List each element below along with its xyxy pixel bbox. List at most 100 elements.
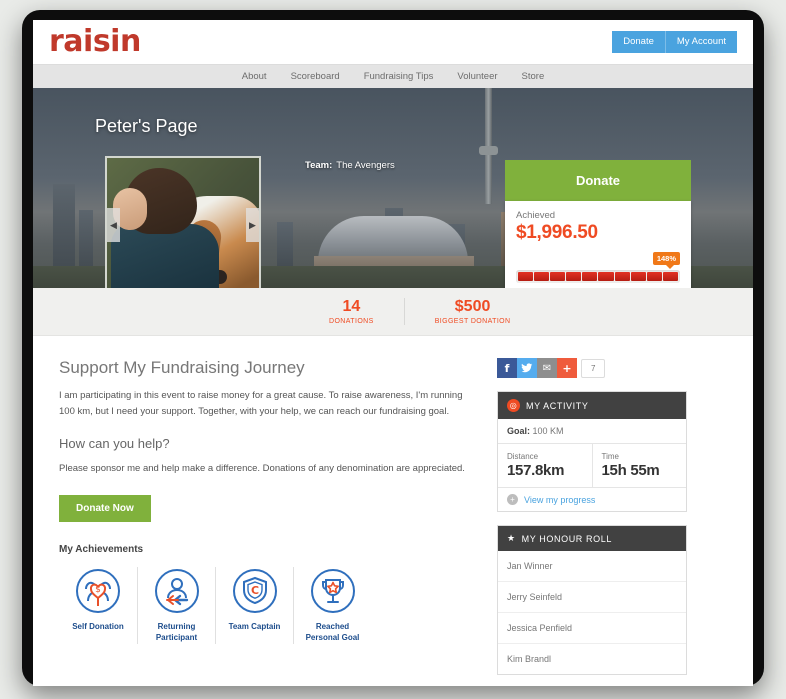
stat-label: BIGGEST DONATION: [434, 317, 511, 325]
progress-segment: [614, 272, 630, 281]
metric-label: Distance: [507, 452, 539, 461]
cn-tower-pod-graphic: [479, 146, 498, 155]
main-navigation: About Scoreboard Fundraising Tips Volunt…: [33, 64, 753, 88]
activity-metrics: Distance 157.8km Time 15h 55m: [498, 444, 686, 488]
view-my-progress-link[interactable]: + View my progress: [498, 488, 686, 511]
share-count: 7: [581, 358, 606, 378]
achievement-label: Self Donation: [72, 622, 124, 632]
browser-viewport: raisin Donate My Account About Scoreboar…: [33, 20, 753, 686]
list-item: Jessica Penfield: [498, 613, 686, 644]
achievement-label: Reached Personal Goal: [305, 622, 360, 642]
achievement-returning-participant[interactable]: Returning Participant: [137, 567, 215, 644]
carousel-prev-button[interactable]: ◀: [107, 208, 120, 242]
stat-donations: 14 DONATIONS: [299, 298, 404, 325]
progress-segment: [582, 272, 598, 281]
progress-segment: [566, 272, 582, 281]
progress-segment: [646, 272, 662, 281]
nav-item-scoreboard[interactable]: Scoreboard: [291, 71, 340, 82]
honour-roll-header: ★ MY HONOUR ROLL: [498, 526, 686, 551]
main-subheading: How can you help?: [59, 436, 170, 452]
activity-goal-label: Goal:: [507, 426, 531, 436]
trophy-star-icon: [310, 569, 355, 614]
nav-item-fundraising-tips[interactable]: Fundraising Tips: [364, 71, 434, 82]
donate-now-button[interactable]: Donate Now: [59, 495, 151, 523]
page-title: Peter's Page: [95, 116, 198, 136]
honour-roll-title: MY HONOUR ROLL: [521, 533, 612, 544]
donation-panel: Donate Achieved $1,996.50 148%: [505, 160, 691, 288]
header-buttons: Donate My Account: [612, 30, 737, 54]
progress-segment: [550, 272, 566, 281]
email-share-button[interactable]: ✉: [537, 358, 557, 378]
sidebar-column: f ✉ + 7 ◎ MY ACTIVITY Goal: 100 KM Dista…: [497, 358, 687, 686]
header-donate-button[interactable]: Donate: [612, 30, 665, 54]
honour-roll-card: ★ MY HONOUR ROLL Jan Winner Jerry Seinfe…: [497, 525, 687, 675]
stats-strip: 14 DONATIONS $500 BIGGEST DONATION: [33, 288, 753, 336]
device-frame: raisin Donate My Account About Scoreboar…: [22, 10, 764, 686]
twitter-bird-icon: [521, 363, 533, 373]
my-activity-title: MY ACTIVITY: [526, 400, 589, 411]
chevron-right-icon: ▶: [249, 219, 256, 230]
progress-segment: [662, 272, 678, 281]
main-column: Support My Fundraising Journey I am part…: [59, 358, 479, 686]
envelope-icon: ✉: [542, 362, 552, 374]
nav-item-store[interactable]: Store: [522, 71, 545, 82]
plus-icon: +: [507, 494, 518, 505]
site-header: raisin Donate My Account: [33, 20, 753, 64]
page-body: Support My Fundraising Journey I am part…: [33, 336, 753, 686]
photo-carousel[interactable]: ◀ ▶: [105, 156, 261, 288]
donation-progress-card: Achieved $1,996.50 148%: [505, 201, 691, 288]
achievements-row: $ Self Donation Returning Participant C …: [59, 567, 479, 644]
main-paragraph-1: I am participating in this event to rais…: [59, 390, 463, 417]
person-arrows-icon: [154, 569, 199, 614]
share-bar: f ✉ + 7: [497, 358, 687, 378]
team-label: Team:: [305, 160, 333, 171]
more-share-button[interactable]: +: [557, 358, 577, 378]
metric-value: 15h 55m: [601, 462, 660, 479]
shield-c-icon: C: [232, 569, 277, 614]
activity-goal-line: Goal: 100 KM: [498, 419, 686, 444]
header-my-account-button[interactable]: My Account: [664, 30, 737, 54]
list-item: Jan Winner: [498, 551, 686, 582]
my-activity-header: ◎ MY ACTIVITY: [498, 392, 686, 419]
raisin-logo[interactable]: raisin: [49, 27, 141, 57]
achievement-team-captain[interactable]: C Team Captain: [215, 567, 293, 644]
pulse-icon: ◎: [507, 399, 520, 412]
chevron-left-icon: ◀: [110, 219, 117, 230]
list-item: Jerry Seinfeld: [498, 582, 686, 613]
progress-segment: [598, 272, 614, 281]
main-paragraph-2: Please sponsor me and help make a differ…: [59, 463, 465, 475]
stat-label: DONATIONS: [329, 317, 374, 325]
percent-badge: 148%: [652, 252, 680, 269]
main-heading: Support My Fundraising Journey: [59, 358, 305, 377]
svg-text:$: $: [95, 585, 101, 595]
achievement-reached-personal-goal[interactable]: Reached Personal Goal: [293, 567, 371, 644]
team-name-link[interactable]: The Avengers: [336, 160, 394, 171]
nav-item-volunteer[interactable]: Volunteer: [457, 71, 497, 82]
stat-value: 14: [342, 298, 361, 316]
activity-goal-value: 100 KM: [532, 426, 564, 436]
hero-donate-button[interactable]: Donate: [505, 160, 691, 201]
heart-dollar-icon: $: [76, 569, 120, 614]
nav-item-about[interactable]: About: [242, 71, 267, 82]
view-my-progress-label: View my progress: [524, 494, 596, 505]
metric-distance: Distance 157.8km: [498, 444, 592, 487]
carousel-next-button[interactable]: ▶: [246, 208, 259, 242]
svg-text:C: C: [250, 584, 258, 597]
metric-label: Time: [601, 452, 619, 461]
list-item: Kim Brandl: [507, 654, 552, 664]
progress-segment: [518, 272, 534, 281]
progress-bar: [516, 270, 680, 283]
facebook-share-button[interactable]: f: [497, 358, 517, 378]
percent-badge-row: 148%: [516, 252, 680, 269]
progress-segment: [630, 272, 646, 281]
achievement-label: Team Captain: [228, 622, 281, 632]
my-activity-card: ◎ MY ACTIVITY Goal: 100 KM Distance 157.…: [497, 391, 687, 512]
achievements-title: My Achievements: [59, 544, 144, 556]
plus-icon: +: [562, 361, 572, 375]
achievement-self-donation[interactable]: $ Self Donation: [59, 567, 137, 644]
building-graphic: [277, 222, 293, 268]
twitter-share-button[interactable]: [517, 358, 537, 378]
metric-time: Time 15h 55m: [591, 444, 687, 487]
achieved-label: Achieved: [516, 210, 556, 221]
metric-value: 157.8km: [507, 462, 565, 479]
